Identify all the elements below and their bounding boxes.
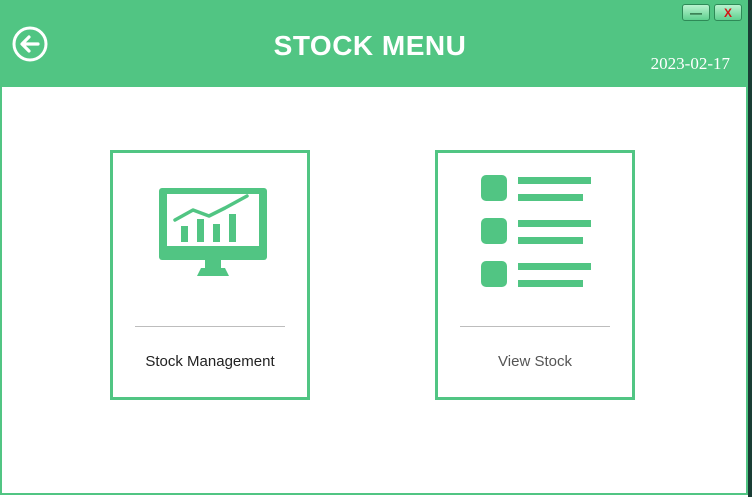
card-divider	[460, 326, 610, 327]
stock-management-label: Stock Management	[145, 353, 275, 370]
card-divider	[135, 326, 285, 327]
stock-management-card[interactable]: Stock Management	[110, 150, 310, 400]
page-title: STOCK MENU	[273, 30, 467, 61]
monitor-chart-icon	[159, 188, 267, 276]
view-stock-label: View Stock	[498, 353, 572, 370]
close-button[interactable]: X	[714, 4, 742, 21]
view-stock-card[interactable]: View Stock	[435, 150, 635, 400]
list-icon	[481, 175, 591, 287]
minimize-button[interactable]: —	[682, 4, 710, 21]
date-label: 2023-02-17	[650, 54, 730, 73]
header-bar: STOCK MENU 2023-02-17	[0, 0, 748, 87]
background-strip	[748, 0, 752, 497]
